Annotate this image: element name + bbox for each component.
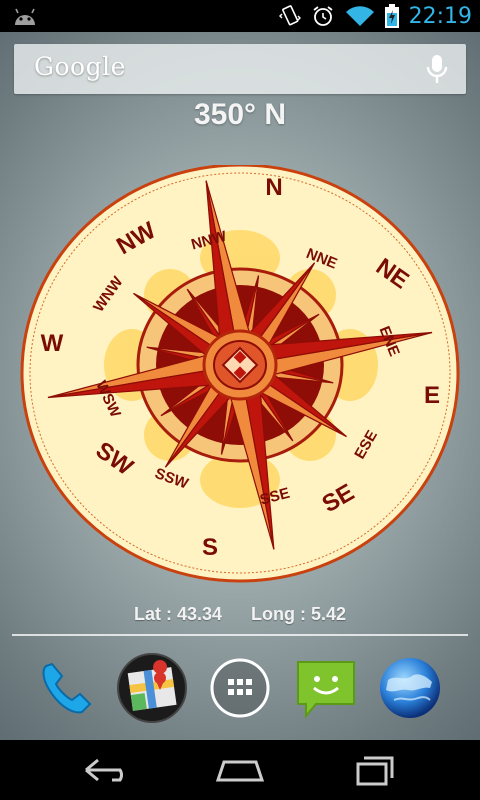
- mic-icon[interactable]: [426, 54, 448, 86]
- compass-label-n: N: [265, 174, 282, 201]
- phone-icon: [42, 662, 92, 714]
- status-time: 22:19: [408, 3, 472, 29]
- back-button[interactable]: [76, 750, 136, 790]
- wifi-icon: [345, 6, 374, 26]
- compass-label-w: W: [41, 330, 64, 357]
- recent-apps-button[interactable]: [344, 750, 404, 790]
- latitude: Lat : 43.34: [133, 604, 222, 624]
- messaging-app[interactable]: [290, 652, 362, 724]
- vibrate-icon: [278, 5, 301, 26]
- alarm-icon: [313, 6, 333, 26]
- maps-app[interactable]: [116, 652, 188, 724]
- home-button[interactable]: [210, 750, 270, 790]
- dock: [0, 652, 480, 728]
- google-logo: Google: [34, 52, 126, 81]
- navigation-bar: [0, 740, 480, 800]
- compass-heading: 350° N: [193, 98, 287, 131]
- compass-label-e: E: [424, 382, 440, 409]
- maps-icon: [117, 653, 187, 723]
- battery-charging-icon: [384, 4, 399, 28]
- status-bar: 22:19: [0, 0, 480, 32]
- browser-app[interactable]: [374, 652, 446, 724]
- all-apps-button[interactable]: [204, 652, 276, 724]
- phone-app[interactable]: [32, 652, 104, 724]
- back-icon: [85, 758, 123, 782]
- longitude: Long : 5.42: [251, 604, 347, 624]
- browser-icon: [380, 658, 440, 718]
- android-icon: [15, 8, 35, 25]
- all-apps-icon: [210, 658, 270, 718]
- messaging-icon: [297, 661, 355, 719]
- compass-label-s: S: [202, 534, 218, 561]
- compass-widget[interactable]: N E S W NE SE SW NW NNE ENE ESE SSE SSW …: [20, 165, 460, 585]
- google-search-bar[interactable]: Google: [14, 44, 466, 94]
- dock-divider: [12, 634, 468, 636]
- location-readout: Lat : 43.34 Long : 5.42: [0, 604, 480, 625]
- recent-apps-icon: [356, 756, 394, 786]
- home-icon: [215, 760, 265, 782]
